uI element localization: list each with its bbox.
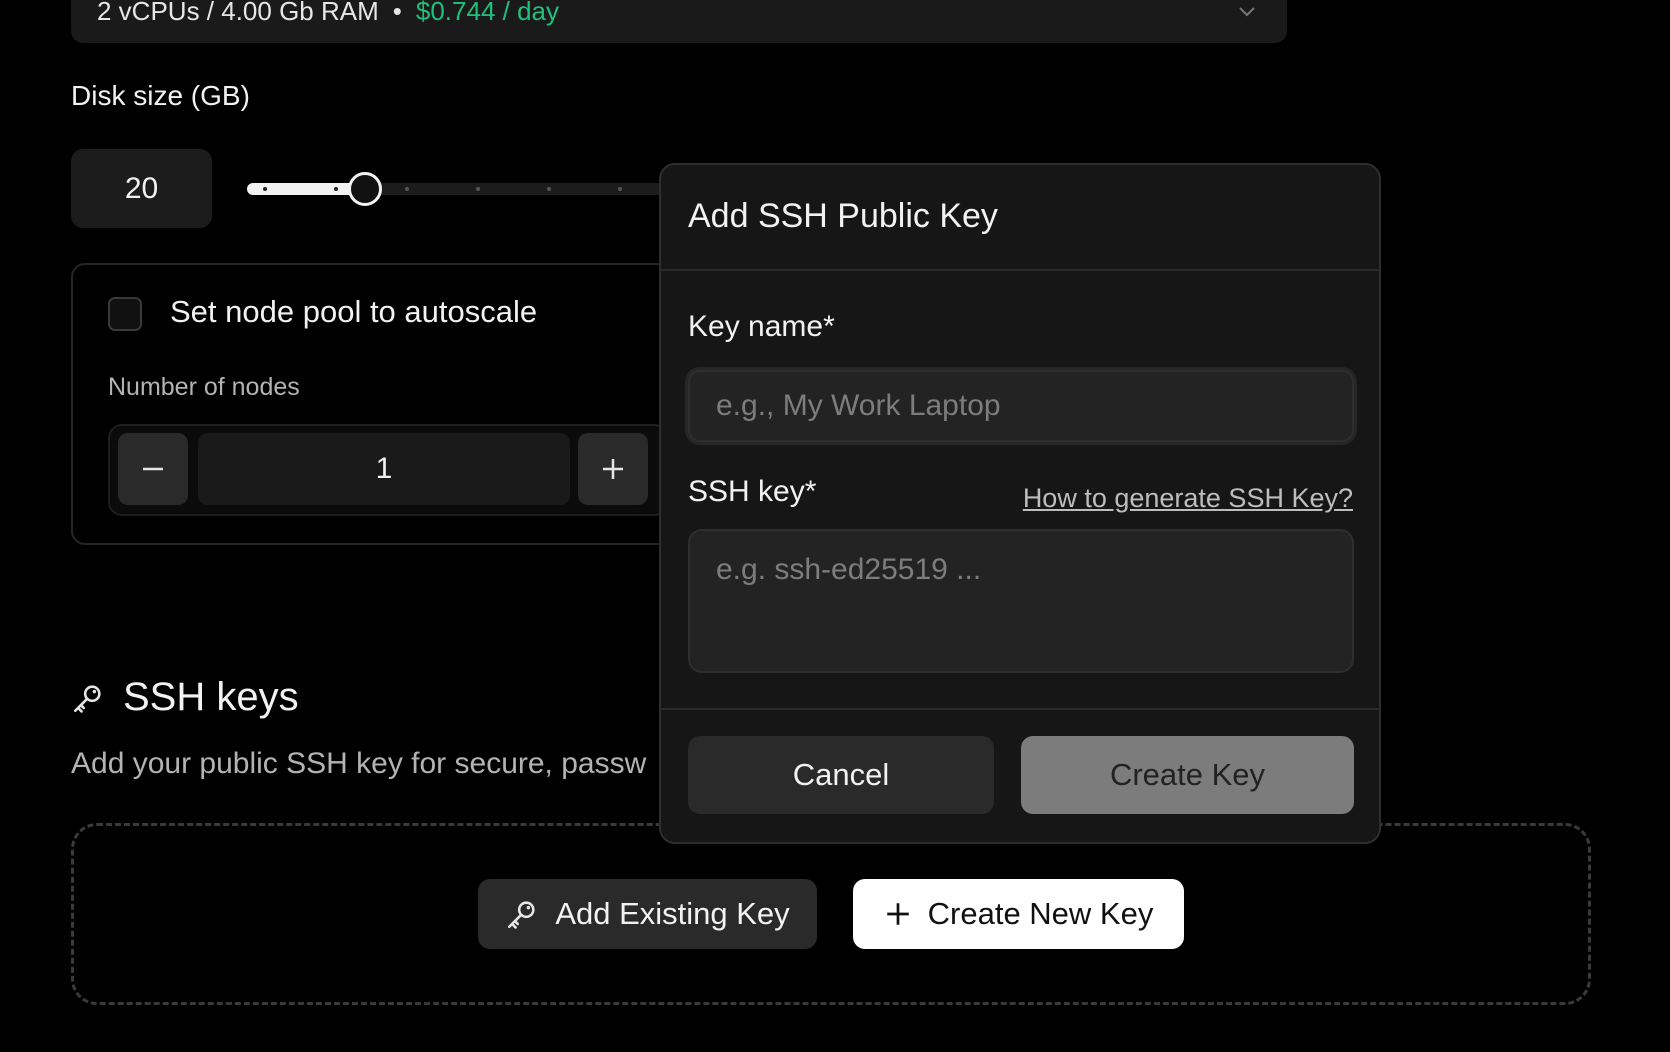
slider-tick: [618, 187, 622, 191]
key-icon: [73, 684, 101, 713]
add-ssh-key-dialog: Add SSH Public Key Key name* SSH key* Ho…: [659, 163, 1381, 844]
slider-tick: [476, 187, 480, 191]
ssh-key-label: SSH key*: [688, 475, 817, 508]
dialog-header-divider: [661, 269, 1379, 271]
spec-separator: •: [392, 0, 402, 26]
ssh-keys-description: Add your public SSH key for secure, pass…: [71, 747, 647, 780]
disk-size-slider-thumb[interactable]: [348, 172, 382, 206]
how-to-generate-ssh-key-link[interactable]: How to generate SSH Key?: [1023, 483, 1353, 514]
dialog-title: Add SSH Public Key: [688, 197, 998, 235]
nodes-count-value[interactable]: 1: [198, 433, 570, 505]
key-icon: [508, 901, 535, 929]
autoscale-label: Set node pool to autoscale: [170, 294, 538, 329]
dialog-footer-divider: [661, 708, 1379, 710]
decrement-nodes-button[interactable]: [118, 433, 188, 505]
key-name-label: Key name*: [688, 310, 835, 343]
ssh-keys-dropzone: [71, 823, 1591, 1005]
chevron-down-icon: [1239, 7, 1255, 17]
key-name-input[interactable]: [688, 370, 1354, 442]
create-key-button[interactable]: Create Key: [1021, 736, 1354, 814]
cancel-button[interactable]: Cancel: [688, 736, 994, 814]
ssh-keys-title: SSH keys: [123, 675, 299, 719]
add-existing-key-label: Add Existing Key: [555, 896, 790, 931]
machine-spec: 2 vCPUs / 4.00 Gb RAM: [97, 0, 379, 26]
slider-tick: [263, 187, 267, 191]
disk-size-input[interactable]: 20: [71, 149, 212, 228]
increment-nodes-button[interactable]: [578, 433, 648, 505]
create-new-key-button[interactable]: Create New Key: [853, 879, 1184, 949]
ssh-keys-heading: SSH keys: [71, 675, 299, 720]
machine-type-select[interactable]: 2 vCPUs / 4.00 Gb RAM • $0.744 / day: [71, 0, 1287, 43]
machine-price: $0.744 / day: [415, 0, 559, 26]
plus-icon: [886, 903, 909, 925]
number-of-nodes-label: Number of nodes: [108, 373, 300, 401]
add-existing-key-button[interactable]: Add Existing Key: [478, 879, 817, 949]
create-new-key-label: Create New Key: [927, 896, 1154, 931]
autoscale-checkbox[interactable]: [108, 297, 142, 331]
slider-tick: [547, 187, 551, 191]
slider-tick: [334, 187, 338, 191]
disk-size-label: Disk size (GB): [71, 80, 250, 111]
minus-icon: [143, 467, 163, 471]
slider-tick: [405, 187, 409, 191]
ssh-key-textarea[interactable]: [688, 529, 1354, 673]
plus-icon: [603, 459, 623, 479]
